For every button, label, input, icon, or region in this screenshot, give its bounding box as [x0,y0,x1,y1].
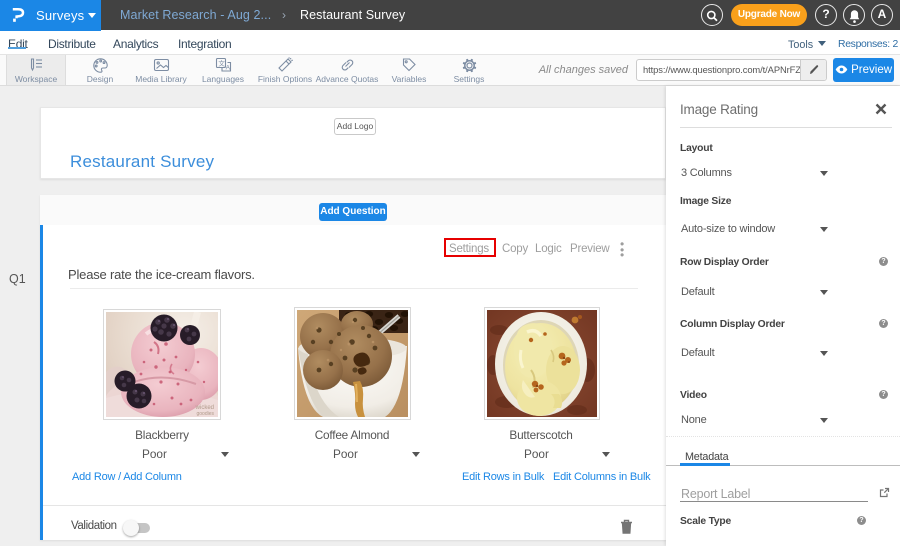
svg-text:A: A [226,65,231,72]
svg-text:文: 文 [218,59,225,68]
svg-text:goodies: goodies [196,411,214,417]
